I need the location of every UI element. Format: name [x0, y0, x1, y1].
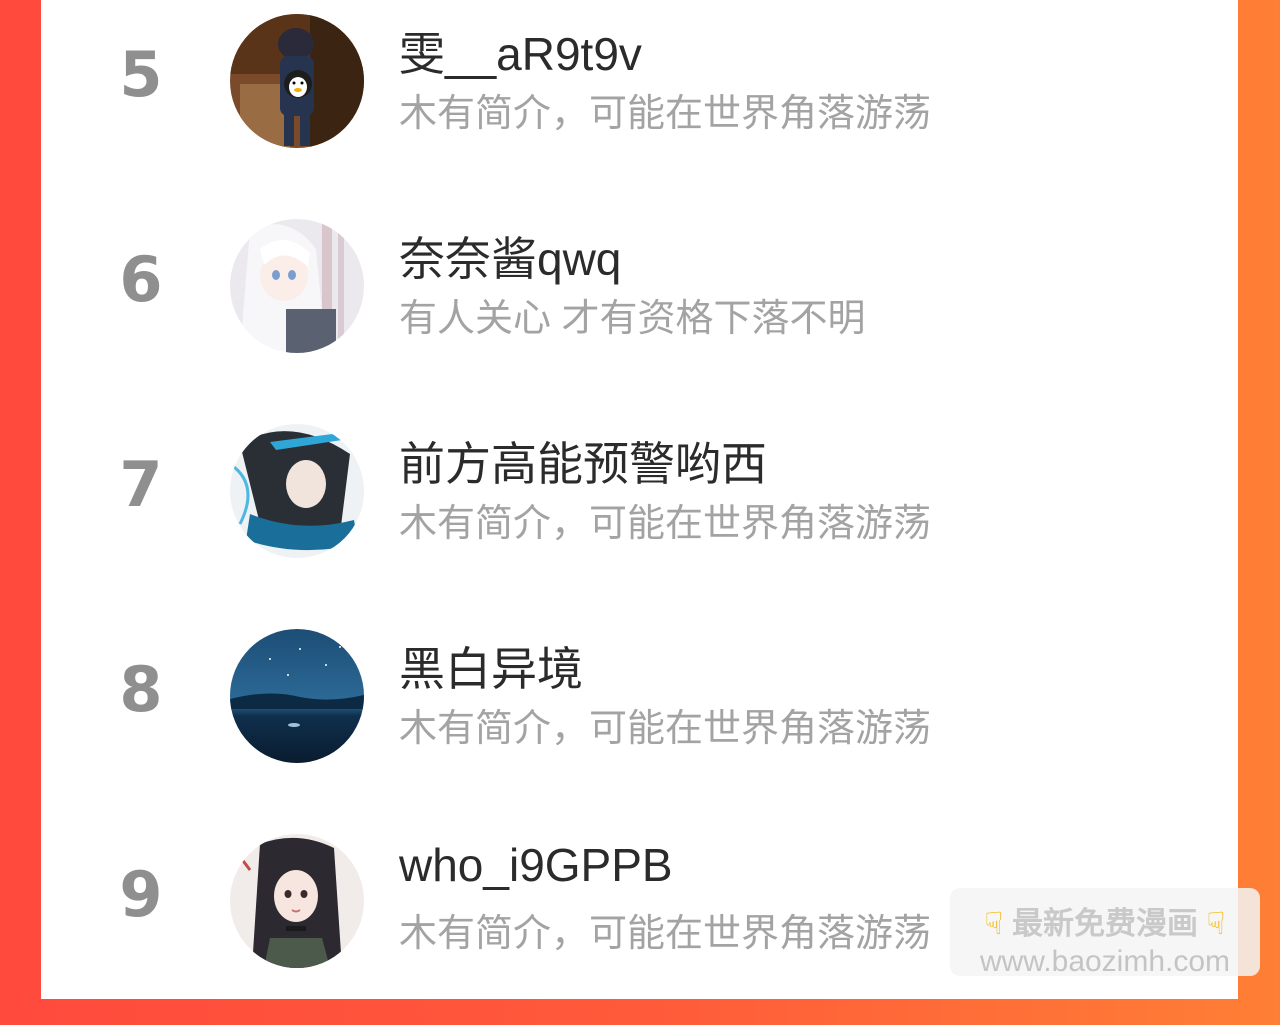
user-bio: 木有简介，可能在世界角落游荡 — [399, 913, 932, 955]
user-bio: 木有简介，可能在世界角落游荡 — [399, 503, 932, 545]
watermark-title: 最新免费漫画 — [1012, 906, 1198, 941]
watermark-url: www.baozimh.com — [979, 945, 1231, 978]
user-name[interactable]: 黑白异境 — [399, 633, 583, 699]
rank-number: 8 — [119, 653, 163, 726]
avatar[interactable] — [230, 834, 364, 968]
avatar[interactable] — [230, 219, 364, 353]
user-name[interactable]: 奈奈酱qwq — [399, 223, 621, 289]
user-row[interactable]: 8 黑白异境 木有简介，可能在世界角落游荡 — [41, 615, 1238, 820]
rank-number: 9 — [119, 858, 163, 931]
user-row[interactable]: 5 雯__aR9t9v 木有简介，可能在世界角落游荡 — [41, 0, 1238, 205]
user-row[interactable]: 7 前方高能预警哟西 木有简介，可能在世界角落游荡 — [41, 410, 1238, 615]
user-bio: 有人关心 才有资格下落不明 — [399, 298, 866, 340]
pointing-down-icon: ☟ — [984, 906, 1004, 941]
user-name[interactable]: 前方高能预警哟西 — [399, 428, 767, 494]
avatar[interactable] — [230, 14, 364, 148]
rank-number: 6 — [119, 243, 163, 316]
user-name[interactable]: who_i9GPPB — [399, 838, 673, 892]
avatar[interactable] — [230, 424, 364, 558]
user-name[interactable]: 雯__aR9t9v — [399, 18, 642, 84]
user-bio: 木有简介，可能在世界角落游荡 — [399, 93, 932, 135]
avatar[interactable] — [230, 629, 364, 763]
user-row[interactable]: 6 奈奈酱qwq 有人关心 才有资格下落不明 — [41, 205, 1238, 410]
pointing-down-icon: ☟ — [1206, 906, 1226, 941]
watermark: ☟ 最新免费漫画 ☟ www.baozimh.com — [950, 888, 1260, 978]
ranking-panel: 5 雯__aR9t9v 木有简介，可能在世界角落游荡 6 奈奈酱qwq 有人关心… — [41, 0, 1238, 999]
rank-number: 7 — [119, 448, 163, 521]
rank-number: 5 — [119, 38, 163, 111]
user-bio: 木有简介，可能在世界角落游荡 — [399, 708, 932, 750]
